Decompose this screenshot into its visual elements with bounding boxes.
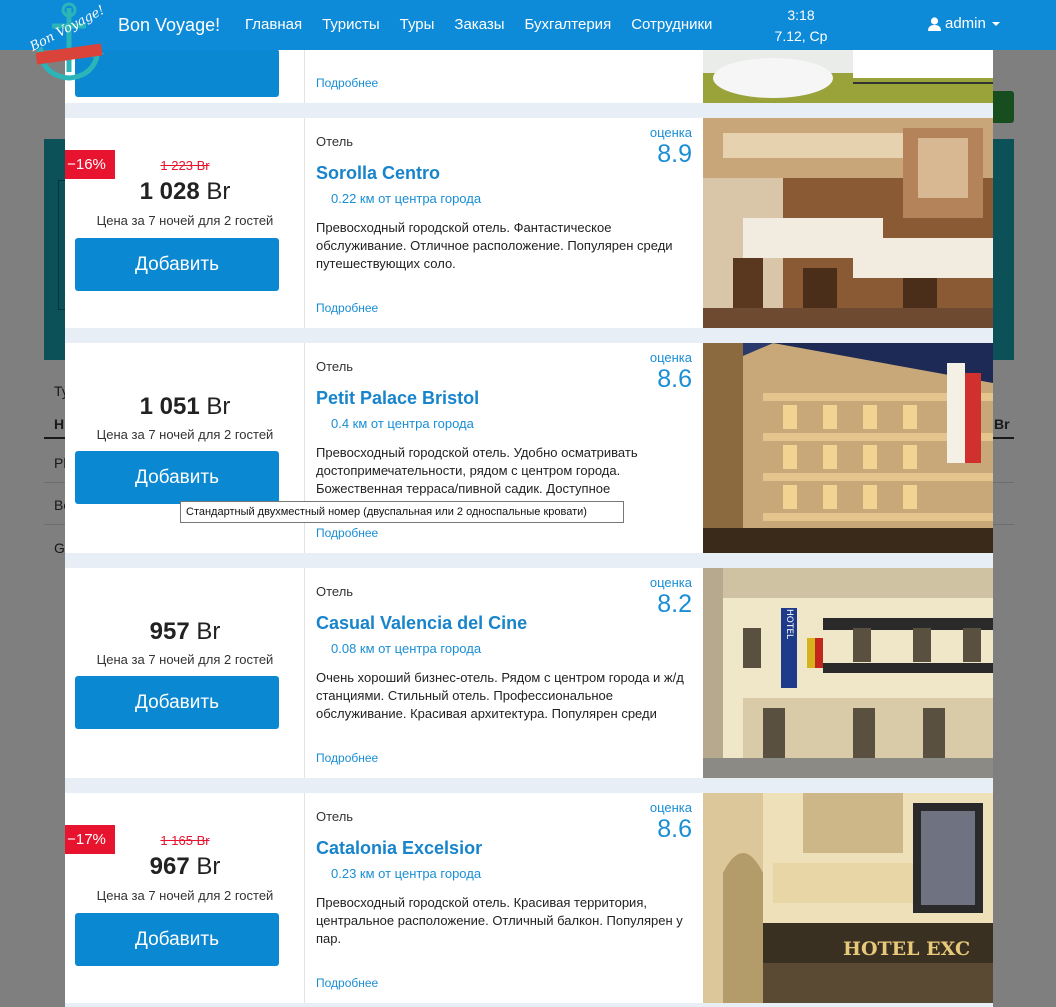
score-label: оценка [649,800,692,815]
hotel-name[interactable]: Sorolla Centro [316,163,440,184]
score: 8.2 [657,590,692,618]
hotel-info: Подробнее [306,50,702,103]
user-icon [928,16,941,31]
hotel-info: Отель оценка 8.2 Casual Valencia del Cin… [306,568,702,778]
hotel-name[interactable]: Petit Palace Bristol [316,388,479,409]
hotel-info: Отель оценка 8.6 Catalonia Excelsior 0.2… [306,793,702,1003]
distance: 0.4 км от центра города [331,416,474,431]
score: 8.6 [657,815,692,843]
description: Превосходный городской отель. Удобно осм… [316,445,638,496]
price-currency: Br [196,853,221,880]
price: 1 051 Br [65,393,305,421]
more-link[interactable]: Подробнее [316,751,378,765]
price-value: 957 [149,618,190,645]
hotel-photo[interactable]: HOTEL EXC [703,793,993,1003]
user-menu[interactable]: admin [928,15,1000,32]
clock: 3:18 7.12, Ср [768,5,834,47]
distance: 0.22 км от центра города [331,191,482,206]
more-link[interactable]: Подробнее [316,76,378,90]
hotel-type: Отель [316,134,354,149]
navbar: Bon Voyage! Bon Voyage! Главная Туристы … [0,0,1056,81]
price: 957 Br [65,618,305,646]
nav-item-tourists[interactable]: Туристы [312,0,390,50]
description: Превосходный городской отель. Красивая т… [316,895,683,946]
score: 8.6 [657,365,692,393]
more-link[interactable]: Подробнее [316,526,378,540]
hotel-photo[interactable]: HOTEL [703,568,993,778]
hotel-name[interactable]: Casual Valencia del Cine [316,613,527,634]
hotel-sign-text: HOTEL EXC [843,938,970,960]
add-button[interactable]: Добавить [75,238,279,291]
price-note: Цена за 7 ночей для 2 гостей [96,652,274,667]
brand-title[interactable]: Bon Voyage! [118,15,220,36]
description: Превосходный городской отель. Фантастиче… [316,220,673,271]
price-column: −16% 1 223 Br 1 028 Br Цена за 7 ночей д… [65,118,305,328]
nav-item-employees[interactable]: Сотрудники [621,0,722,50]
add-button[interactable]: Добавить [75,451,279,504]
hotel-photo[interactable] [703,50,993,103]
nav-item-accounting[interactable]: Бухгалтерия [515,0,622,50]
score-label: оценка [649,125,692,140]
hotel-type: Отель [316,584,354,599]
hotel-type: Отель [316,809,354,824]
nav-item-orders[interactable]: Заказы [444,0,514,50]
add-button[interactable]: Добавить [75,913,279,966]
price-value: 1 028 [139,178,200,205]
anchor-logo-icon[interactable]: Bon Voyage! [27,2,110,86]
price-value: 967 [149,853,190,880]
description: Очень хороший бизнес-отель. Рядом с цент… [316,670,684,721]
price: 1 028 Br [65,178,305,206]
hotel-name[interactable]: Catalonia Excelsior [316,838,482,859]
more-link[interactable]: Подробнее [316,976,378,990]
price-currency: Br [206,393,231,420]
hotel-card: 957 Br Цена за 7 ночей для 2 гостей Доба… [65,568,993,778]
nav-item-tours[interactable]: Туры [390,0,445,50]
more-link[interactable]: Подробнее [316,301,378,315]
hotel-info: Отель оценка 8.9 Sorolla Centro 0.22 км … [306,118,702,328]
hotel-card: −17% 1 165 Br 967 Br Цена за 7 ночей для… [65,793,993,1003]
price-currency: Br [206,178,231,205]
nav-item-home[interactable]: Главная [235,0,312,50]
hotel-list-modal: Подробнее −16% 1 223 Br 1 028 Br Цена за… [65,50,993,1007]
price-column: −17% 1 165 Br 967 Br Цена за 7 ночей для… [65,793,305,1003]
hotel-sign-text: HOTEL [784,609,794,639]
clock-date: 7.12, Ср [774,28,828,44]
price-value: 1 051 [139,393,200,420]
price-note: Цена за 7 ночей для 2 гостей [96,888,274,903]
price: 967 Br [65,853,305,881]
hotel-card-partial: Подробнее [65,50,993,103]
hotel-card: −16% 1 223 Br 1 028 Br Цена за 7 ночей д… [65,118,993,328]
price-note: Цена за 7 ночей для 2 гостей [96,427,274,442]
price-currency: Br [196,618,221,645]
price-column: 957 Br Цена за 7 ночей для 2 гостей Доба… [65,568,305,778]
distance: 0.23 км от центра города [331,866,482,881]
old-price: 1 165 Br [160,833,210,848]
old-price: 1 223 Br [160,158,210,173]
add-button[interactable]: Добавить [75,676,279,729]
score-label: оценка [649,575,692,590]
chevron-down-icon [991,21,1000,26]
distance: 0.08 км от центра города [331,641,482,656]
hotel-type: Отель [316,359,354,374]
clock-time: 3:18 [787,7,815,23]
score-label: оценка [649,350,692,365]
user-name: admin [945,15,986,32]
room-type-tooltip: Стандартный двухместный номер (двуспальн… [180,501,624,523]
main-menu: Главная Туристы Туры Заказы Бухгалтерия … [235,0,722,50]
price-note: Цена за 7 ночей для 2 гостей [96,213,274,228]
hotel-photo[interactable] [703,118,993,328]
hotel-photo[interactable] [703,343,993,553]
score: 8.9 [657,140,692,168]
